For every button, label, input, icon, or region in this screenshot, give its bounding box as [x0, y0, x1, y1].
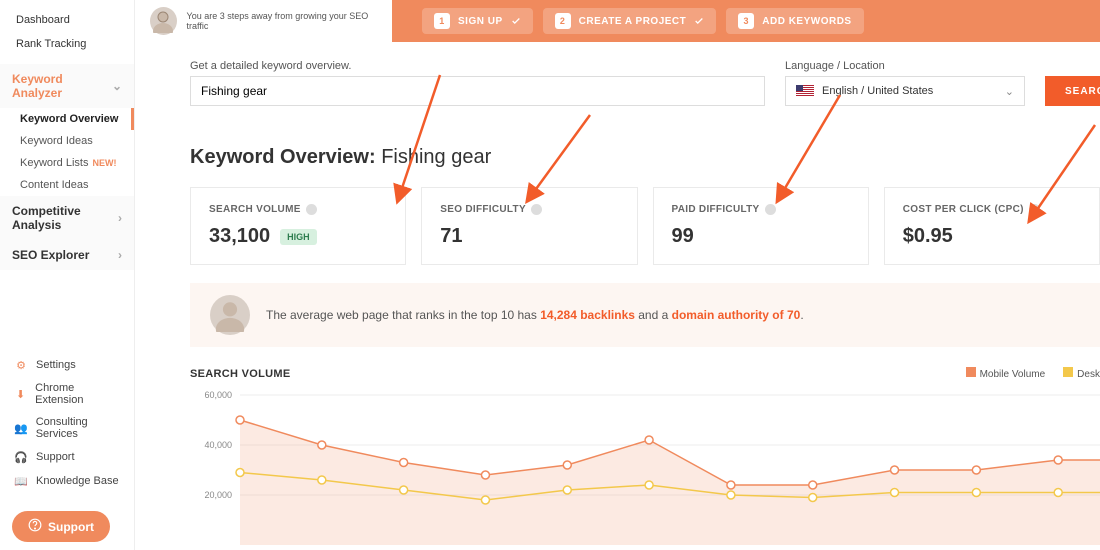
sidebar-section-label: Keyword Analyzer: [12, 72, 112, 100]
chart-legend: Mobile Volume Desktop Volume: [966, 367, 1100, 380]
annotation-arrow: [520, 110, 600, 210]
legend-swatch: [1063, 367, 1073, 377]
card-value: 71: [440, 225, 618, 248]
util-chrome-extension[interactable]: ⬇Chrome Extension: [14, 377, 120, 411]
avatar: [210, 295, 250, 335]
main-content: Get a detailed keyword overview. Languag…: [140, 42, 1100, 550]
annotation-arrow: [390, 70, 450, 210]
step-number: 2: [555, 13, 571, 29]
keyword-input-label: Get a detailed keyword overview.: [190, 60, 765, 72]
info-strip: The average web page that ranks in the t…: [190, 283, 1100, 347]
svg-text:60,000: 60,000: [204, 390, 232, 400]
help-icon: [28, 518, 42, 535]
sidebar-item-keyword-lists[interactable]: Keyword ListsNEW!: [0, 152, 134, 174]
da-highlight: domain authority of 70: [672, 308, 801, 322]
sidebar: DashboardRank Tracking Keyword Analyzer …: [0, 0, 135, 550]
keyword-input[interactable]: [190, 76, 765, 106]
search-volume-chart: SEARCH VOLUME Mobile Volume Desktop Volum…: [190, 367, 1100, 550]
gear-icon: ⚙: [14, 358, 28, 372]
step-label: CREATE A PROJECT: [579, 16, 687, 27]
avatar: [150, 7, 177, 35]
sidebar-item-keyword-overview[interactable]: Keyword Overview: [0, 108, 134, 130]
badge-high: HIGH: [280, 229, 317, 245]
info-strip-text: The average web page that ranks in the t…: [266, 308, 804, 322]
page-title-prefix: Keyword Overview:: [190, 146, 376, 168]
util-support[interactable]: 🎧Support: [14, 445, 120, 469]
util-consulting-services[interactable]: 👥Consulting Services: [14, 411, 120, 445]
sidebar-item-rank-tracking[interactable]: Rank Tracking: [0, 32, 134, 56]
sidebar-item-dashboard[interactable]: Dashboard: [0, 8, 134, 32]
check-icon: [511, 16, 521, 26]
check-icon: [694, 16, 704, 26]
card-value: 33,100HIGH: [209, 225, 387, 248]
download-icon: ⬇: [14, 387, 27, 401]
util-settings[interactable]: ⚙Settings: [14, 353, 120, 377]
metric-cards: SEARCH VOLUME33,100HIGHSEO DIFFICULTY71P…: [190, 187, 1100, 265]
sidebar-item-keyword-ideas[interactable]: Keyword Ideas: [0, 130, 134, 152]
sidebar-item-content-ideas[interactable]: Content Ideas: [0, 174, 134, 196]
legend-item[interactable]: Mobile Volume: [966, 367, 1046, 380]
sidebar-section-competitive-analysis[interactable]: Competitive Analysis›: [0, 196, 134, 240]
step-add-keywords[interactable]: 3 ADD KEYWORDS: [726, 8, 863, 34]
util-knowledge-base[interactable]: 📖Knowledge Base: [14, 469, 120, 493]
step-label: SIGN UP: [458, 16, 503, 27]
promo-text: You are 3 steps away from growing your S…: [187, 11, 382, 31]
svg-text:40,000: 40,000: [204, 440, 232, 450]
search-button[interactable]: SEARCH: [1045, 76, 1100, 106]
page-title: Keyword Overview: Fishing gear: [190, 146, 1100, 169]
book-icon: 📖: [14, 474, 28, 488]
card-value: 99: [672, 225, 850, 248]
top-bar: You are 3 steps away from growing your S…: [140, 0, 1100, 42]
chevron-right-icon: ›: [118, 248, 122, 262]
support-button[interactable]: Support: [12, 511, 110, 542]
chevron-down-icon: ⌄: [112, 79, 122, 93]
step-buttons: 1 SIGN UP 2 CREATE A PROJECT 3 ADD KEYWORDS: [422, 8, 864, 34]
step-sign-up[interactable]: 1 SIGN UP: [422, 8, 533, 34]
sidebar-section-keyword-analyzer[interactable]: Keyword Analyzer ⌄: [0, 64, 134, 108]
chart-canvas: 20,00040,00060,000JUL 2020AUG 2020SEP 20…: [190, 380, 1100, 550]
location-label: Language / Location: [785, 60, 1025, 72]
legend-swatch: [966, 367, 976, 377]
people-icon: 👥: [14, 421, 28, 435]
info-icon[interactable]: [306, 204, 317, 215]
headset-icon: 🎧: [14, 450, 28, 464]
legend-item[interactable]: Desktop Volume: [1063, 367, 1100, 380]
annotation-arrow: [1020, 120, 1100, 230]
card-title: SEARCH VOLUME: [209, 204, 387, 215]
step-create-a-project[interactable]: 2 CREATE A PROJECT: [543, 8, 717, 34]
chart-title: SEARCH VOLUME: [190, 368, 290, 380]
chevron-right-icon: ›: [118, 211, 122, 225]
annotation-arrow: [770, 90, 850, 210]
support-button-label: Support: [48, 520, 94, 534]
step-number: 3: [738, 13, 754, 29]
chevron-down-icon: ⌄: [1005, 85, 1014, 98]
promo-card: You are 3 steps away from growing your S…: [140, 0, 392, 42]
svg-text:20,000: 20,000: [204, 490, 232, 500]
metric-card-search-volume: SEARCH VOLUME 33,100HIGH: [190, 187, 406, 265]
backlinks-highlight: 14,284 backlinks: [540, 308, 635, 322]
step-number: 1: [434, 13, 450, 29]
sidebar-section-seo-explorer[interactable]: SEO Explorer›: [0, 240, 134, 270]
step-label: ADD KEYWORDS: [762, 16, 851, 27]
new-badge: NEW!: [92, 158, 116, 168]
search-row: Get a detailed keyword overview. Languag…: [190, 60, 1100, 106]
